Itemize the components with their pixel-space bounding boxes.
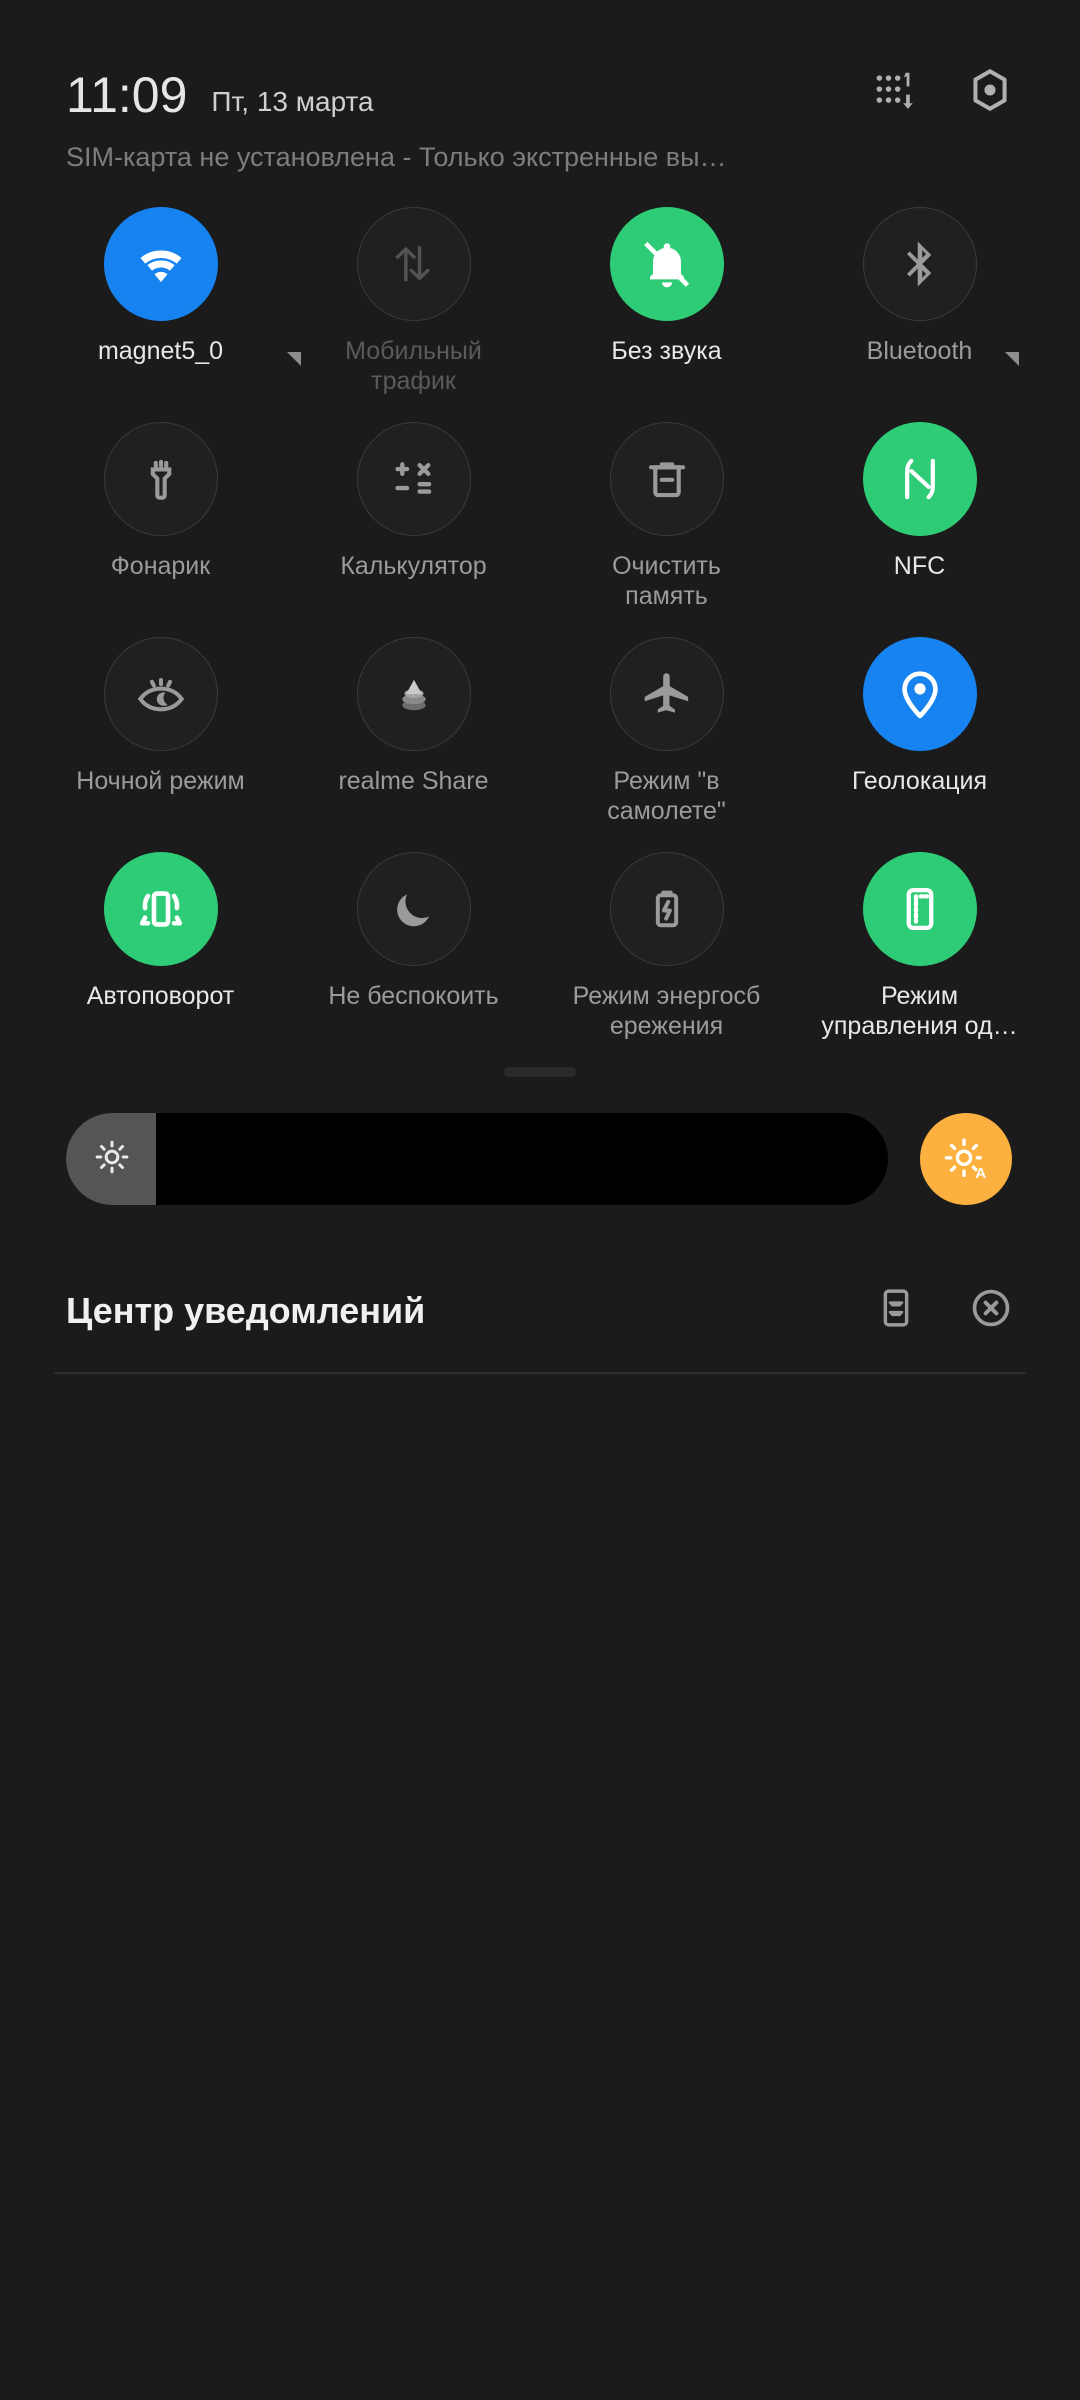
- tile-calculator[interactable]: Калькулятор: [287, 422, 540, 615]
- clear-all-icon[interactable]: [968, 1285, 1014, 1336]
- tile-wifi[interactable]: magnet5_0: [34, 207, 301, 400]
- tile-clear-memory[interactable]: Очистить память: [540, 422, 793, 615]
- notification-center-divider: [54, 1372, 1026, 1374]
- brightness-slider[interactable]: [66, 1113, 888, 1205]
- tile-silent[interactable]: Без звука: [540, 207, 793, 400]
- bluetooth-icon: [906, 241, 931, 287]
- tile-nfc[interactable]: NFC: [793, 422, 1046, 615]
- tile-dnd[interactable]: Не беспокоить: [287, 852, 540, 1045]
- tile-one-handed-label: Режим управления од…: [821, 982, 1018, 1040]
- tile-silent-circle: [609, 207, 724, 321]
- tile-calculator-label: Калькулятор: [340, 552, 487, 580]
- notification-center-header: Центр уведомлений: [0, 1285, 1080, 1336]
- tile-realme-share-label: realme Share: [338, 767, 489, 795]
- date: Пт, 13 марта: [211, 86, 374, 117]
- tile-airplane-label: Режим "в самолете": [607, 767, 726, 825]
- tile-mobile-data-circle: [356, 207, 471, 321]
- tile-night-mode-circle: [103, 637, 218, 751]
- tile-one-handed[interactable]: Режим управления од…: [793, 852, 1046, 1045]
- tile-airplane-circle: [609, 637, 724, 751]
- header-actions: [870, 66, 1014, 114]
- quick-settings-grid: magnet5_0 Мобильный трафик Без звука Blu…: [0, 207, 1080, 1045]
- tile-location[interactable]: Геолокация: [793, 637, 1046, 830]
- tile-flashlight-circle: [103, 422, 218, 536]
- tile-realme-share-circle: [356, 637, 471, 751]
- tile-power-save-label: Режим энергосб ережения: [572, 982, 761, 1040]
- tile-bluetooth[interactable]: Bluetooth: [793, 207, 1046, 400]
- tile-dnd-circle: [356, 852, 471, 966]
- tile-flashlight-label: Фонарик: [110, 552, 211, 580]
- bell-off-icon: [643, 241, 689, 288]
- tile-night-mode-label: Ночной режим: [76, 767, 245, 795]
- clock: 11:09: [66, 67, 188, 123]
- notification-center-actions: [874, 1285, 1014, 1336]
- tile-clear-memory-label: Очистить память: [612, 552, 721, 610]
- mobile-data-icon: [394, 246, 430, 282]
- tile-realme-share[interactable]: realme Share: [287, 637, 540, 830]
- calculator-icon: [394, 462, 431, 494]
- tile-dnd-label: Не беспокоить: [328, 982, 499, 1010]
- settings-gear-icon[interactable]: [966, 66, 1014, 114]
- tile-silent-label: Без звука: [611, 337, 722, 365]
- tile-location-label: Геолокация: [851, 767, 988, 795]
- tile-auto-rotate[interactable]: Автоповорот: [34, 852, 287, 1045]
- tile-bluetooth-label: Bluetooth: [866, 337, 973, 365]
- brightness-row: A: [0, 1113, 1080, 1205]
- svg-text:A: A: [975, 1165, 986, 1182]
- tile-one-handed-circle: [862, 852, 977, 966]
- nfc-icon: [904, 458, 935, 500]
- location-pin-icon: [901, 671, 938, 719]
- one-handed-icon: [906, 887, 933, 931]
- tile-clear-memory-circle: [609, 422, 724, 536]
- sim-status-text: SIM-карта не установлена - Только экстре…: [66, 142, 727, 172]
- tile-location-circle: [862, 637, 977, 751]
- manage-notifications-icon[interactable]: [874, 1286, 918, 1335]
- tile-wifi-label: magnet5_0: [97, 337, 224, 365]
- flashlight-icon: [150, 459, 171, 500]
- auto-brightness-button[interactable]: A: [920, 1113, 1012, 1205]
- trash-minus-icon: [648, 462, 685, 498]
- airplane-icon: [644, 673, 688, 713]
- panel-drag-handle-wrap: [0, 1067, 1080, 1077]
- tile-airplane[interactable]: Режим "в самолете": [540, 637, 793, 830]
- tile-nfc-circle: [862, 422, 977, 536]
- tile-mobile-data-label: Мобильный трафик: [345, 337, 482, 395]
- bluetooth-expand-icon[interactable]: [1005, 352, 1019, 366]
- battery-saver-icon: [655, 890, 678, 928]
- tile-mobile-data[interactable]: Мобильный трафик: [287, 207, 540, 400]
- tile-night-mode[interactable]: Ночной режим: [34, 637, 287, 830]
- status-header: 11:09 Пт, 13 марта SIM-карта не установл…: [0, 0, 1080, 173]
- edit-tiles-icon[interactable]: [870, 66, 918, 114]
- auto-brightness-icon: A: [944, 1138, 986, 1182]
- clock-row: 11:09 Пт, 13 марта: [66, 67, 1014, 123]
- wifi-icon: [140, 250, 181, 282]
- tile-wifi-circle: [103, 207, 218, 321]
- brightness-sun-icon: [92, 1137, 132, 1182]
- tile-auto-rotate-label: Автоповорот: [86, 982, 235, 1010]
- tile-auto-rotate-circle: [103, 852, 218, 966]
- auto-rotate-icon: [139, 891, 182, 927]
- tile-flashlight[interactable]: Фонарик: [34, 422, 287, 615]
- moon-icon: [396, 894, 429, 927]
- notification-center-title: Центр уведомлений: [66, 1289, 426, 1331]
- tile-power-save-circle: [609, 852, 724, 966]
- tile-nfc-label: NFC: [893, 552, 946, 580]
- tile-calculator-circle: [356, 422, 471, 536]
- tile-power-save[interactable]: Режим энергосб ережения: [540, 852, 793, 1045]
- realme-share-icon: [401, 679, 426, 711]
- tile-bluetooth-circle: [862, 207, 977, 321]
- panel-drag-handle[interactable]: [504, 1067, 576, 1077]
- eye-moon-icon: [137, 678, 184, 712]
